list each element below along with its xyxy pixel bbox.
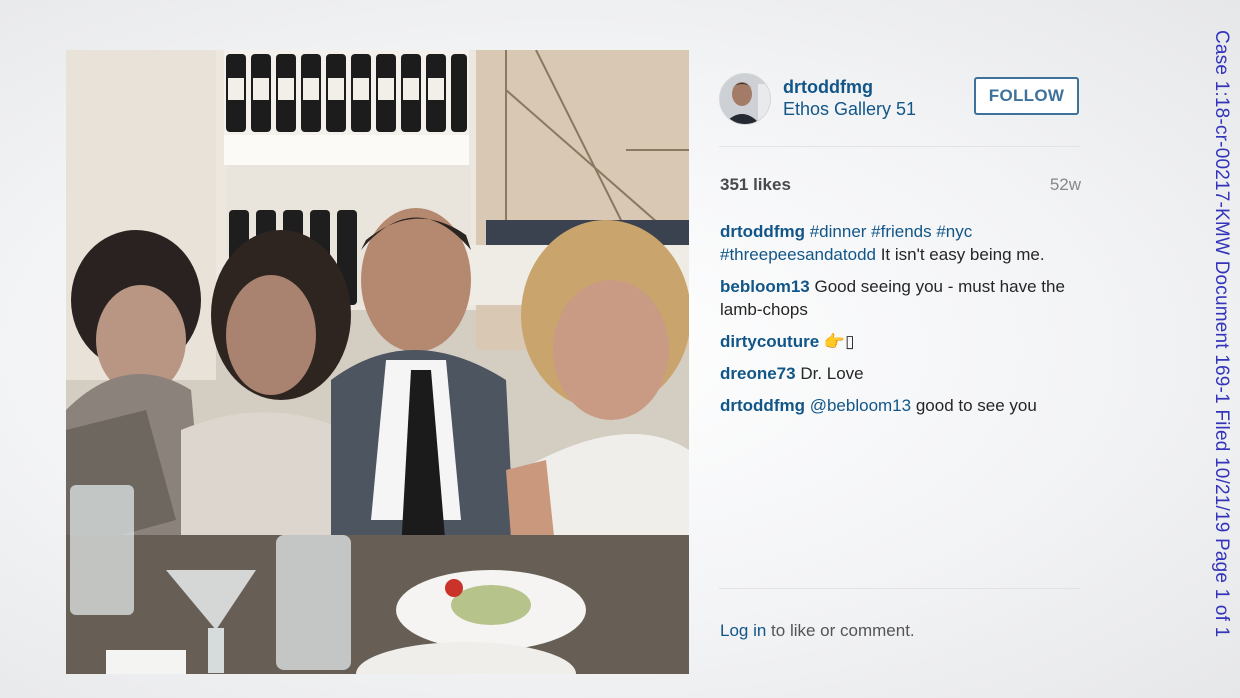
comment-item: drtoddfmg @bebloom13 good to see you bbox=[720, 394, 1080, 417]
login-prompt: Log in to like or comment. bbox=[720, 621, 915, 641]
comment-text: good to see you bbox=[911, 396, 1037, 415]
comment-mention[interactable]: @bebloom13 bbox=[810, 396, 911, 415]
post-details-panel: drtoddfmg Ethos Gallery 51 FOLLOW 351 li… bbox=[719, 50, 1081, 674]
comment-text: It isn't easy being me. bbox=[875, 245, 1045, 264]
comment-username[interactable]: dreone73 bbox=[720, 364, 796, 383]
post-age[interactable]: 52w bbox=[1050, 175, 1081, 195]
post-username[interactable]: drtoddfmg bbox=[783, 77, 873, 98]
login-link[interactable]: Log in bbox=[720, 621, 766, 640]
divider bbox=[719, 146, 1080, 147]
avatar[interactable] bbox=[719, 73, 771, 125]
divider bbox=[719, 588, 1080, 589]
comment-text: 👉▯ bbox=[819, 332, 855, 351]
comment-text: Dr. Love bbox=[795, 364, 864, 383]
comment-item: dreone73 Dr. Love bbox=[720, 362, 1080, 385]
comment-username[interactable]: bebloom13 bbox=[720, 277, 810, 296]
comment-item: drtoddfmg #dinner #friends #nyc #threepe… bbox=[720, 220, 1080, 266]
comment-list: drtoddfmg #dinner #friends #nyc #threepe… bbox=[720, 220, 1080, 426]
comment-item: bebloom13 Good seeing you - must have th… bbox=[720, 275, 1080, 321]
post-location[interactable]: Ethos Gallery 51 bbox=[783, 99, 916, 120]
avatar-image bbox=[720, 74, 770, 124]
likes-count[interactable]: 351 likes bbox=[720, 175, 791, 195]
post-photo[interactable] bbox=[66, 50, 689, 674]
court-filing-stamp: Case 1:18-cr-00217-KMW Document 169-1 Fi… bbox=[1211, 30, 1232, 638]
login-prompt-text: to like or comment. bbox=[766, 621, 915, 640]
dinner-photo-image bbox=[66, 50, 689, 674]
follow-button[interactable]: FOLLOW bbox=[974, 77, 1079, 115]
comment-username[interactable]: drtoddfmg bbox=[720, 222, 805, 241]
comment-username[interactable]: drtoddfmg bbox=[720, 396, 805, 415]
comment-item: dirtycouture 👉▯ bbox=[720, 330, 1080, 353]
comment-username[interactable]: dirtycouture bbox=[720, 332, 819, 351]
